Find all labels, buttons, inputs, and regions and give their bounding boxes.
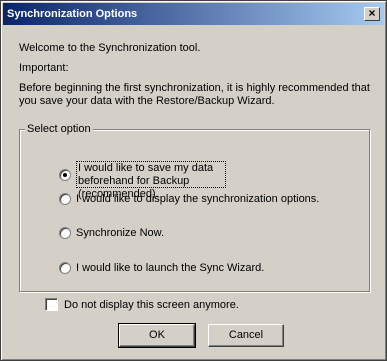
radio-launch-wizard-label[interactable]: I would like to launch the Sync Wizard. [76, 262, 264, 275]
synchronization-options-dialog: Synchronization Options × Welcome to the… [0, 0, 387, 361]
important-label: Important: [19, 62, 69, 74]
select-option-group-label: Select option [25, 123, 93, 135]
welcome-text: Welcome to the Synchronization tool. [19, 42, 201, 54]
ok-button[interactable]: OK [118, 323, 196, 348]
cancel-button[interactable]: Cancel [208, 324, 284, 347]
radio-save-backup[interactable] [59, 169, 71, 181]
radio-synchronize-now-label[interactable]: Synchronize Now. [76, 227, 164, 240]
radio-display-options[interactable] [59, 193, 71, 205]
radio-synchronize-now[interactable] [59, 227, 71, 239]
close-icon: × [368, 6, 376, 20]
dialog-title: Synchronization Options [7, 8, 138, 20]
dont-show-again-checkbox[interactable] [45, 298, 58, 311]
radio-save-backup-label[interactable]: I would like to save my data beforehand … [76, 161, 226, 200]
title-bar[interactable]: Synchronization Options × [3, 3, 384, 25]
radio-launch-wizard[interactable] [59, 262, 71, 274]
dont-show-again-label[interactable]: Do not display this screen anymore. [64, 299, 239, 311]
radio-display-options-label[interactable]: I would like to display the synchronizat… [76, 193, 319, 206]
recommendation-text: Before beginning the first synchronizati… [19, 82, 370, 107]
close-button[interactable]: × [364, 7, 380, 21]
